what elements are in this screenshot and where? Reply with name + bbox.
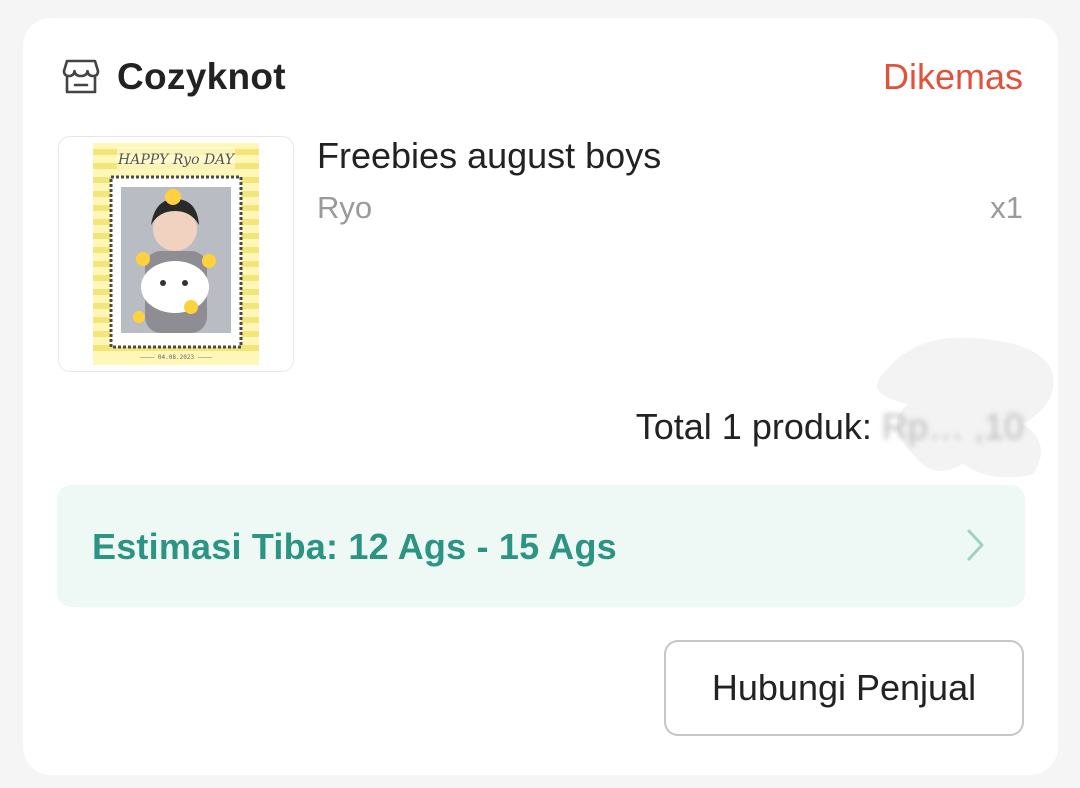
product-variant: Ryo <box>317 190 373 225</box>
product-quantity: x1 <box>990 190 1023 225</box>
svg-text:———— 04.08.2023 ————: ———— 04.08.2023 ———— <box>140 354 213 361</box>
delivery-estimate-text: Estimasi Tiba: 12 Ags - 15 Ags <box>92 526 617 567</box>
order-status: Dikemas <box>882 56 1023 97</box>
svg-text:HAPPY Ryo DAY: HAPPY Ryo DAY <box>117 152 236 168</box>
shop-name[interactable]: Cozyknot <box>117 56 286 98</box>
product-image: HAPPY Ryo DAY ———— 04.08.2023 ———— <box>59 137 293 371</box>
contact-seller-button[interactable]: Hubungi Penjual <box>664 640 1024 736</box>
order-card[interactable]: Cozyknot Dikemas HAPPY Ryo DAY ———— 04.0… <box>23 18 1058 775</box>
redaction-smudge <box>876 337 1054 478</box>
shop-header[interactable]: Cozyknot <box>61 56 286 98</box>
chevron-right-icon <box>967 529 984 561</box>
product-title[interactable]: Freebies august boys <box>317 135 661 177</box>
total-price: Rp… ,10 <box>881 406 1024 447</box>
product-thumbnail[interactable]: HAPPY Ryo DAY ———— 04.08.2023 ———— <box>58 136 294 372</box>
order-total: Total 1 produk: Rp… ,10 <box>636 406 1024 448</box>
delivery-estimate-banner[interactable]: Estimasi Tiba: 12 Ags - 15 Ags <box>57 485 1025 607</box>
store-icon <box>62 59 100 94</box>
total-label: Total 1 produk: <box>635 406 882 447</box>
